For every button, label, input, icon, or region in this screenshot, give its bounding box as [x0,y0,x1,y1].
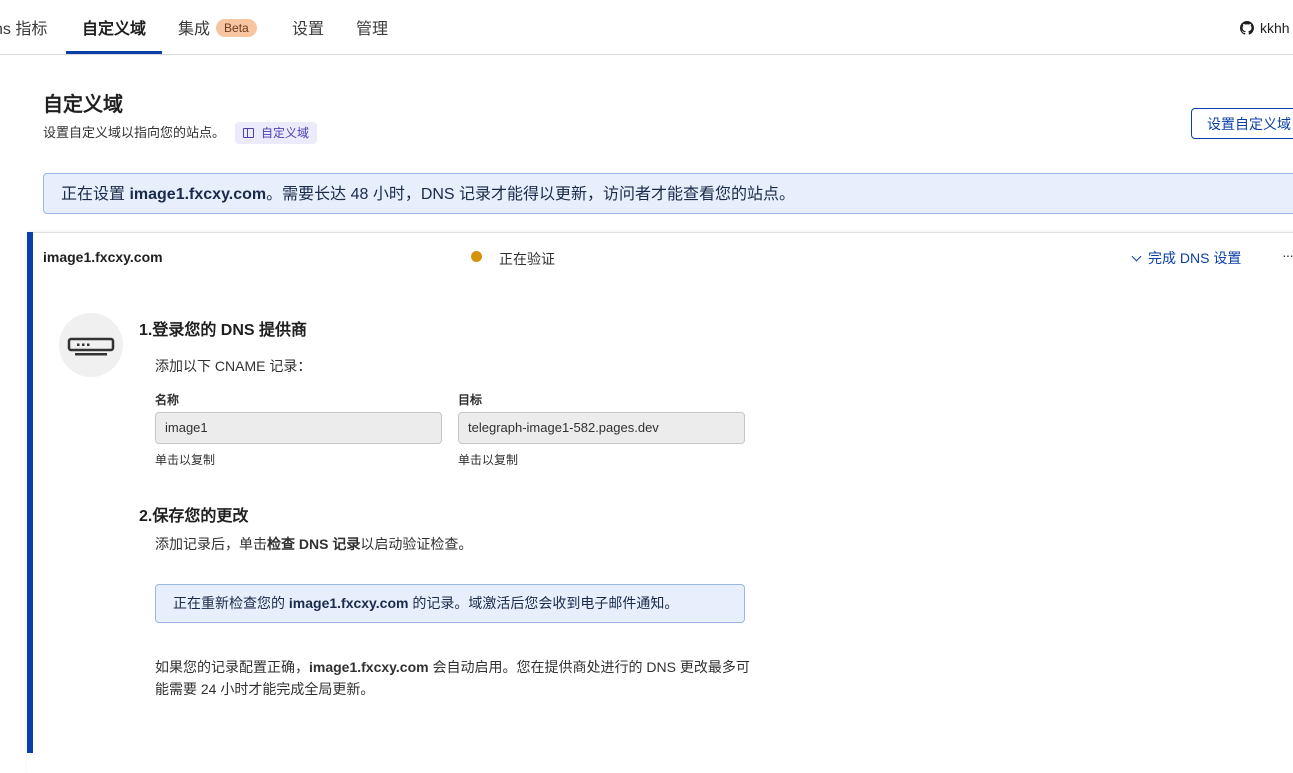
router-icon [59,313,123,377]
recheck-text-suffix: 的记录。域激活后您会收到电子邮件通知。 [408,595,679,611]
tab-label: 设置 [292,21,325,38]
github-icon [1240,21,1254,35]
chevron-down-icon [1131,251,1142,262]
status-text: 正在验证 [499,251,555,267]
setup-custom-domain-button[interactable]: 设置自定义域 [1191,108,1293,139]
note-text: 如果您的记录配置正确， [155,659,309,675]
beta-badge: Beta [216,19,257,37]
finish-dns-label: 完成 DNS 设置 [1148,250,1242,266]
note-domain: image1.fxcxy.com [309,659,429,675]
tab-custom-domains[interactable]: 自定义域 [82,0,146,54]
book-icon [243,128,255,138]
tab-label: 自定义域 [82,21,147,38]
tab-label: 管理 [356,21,389,38]
user-account-link[interactable]: kkhh [1240,20,1290,36]
more-options-button[interactable]: ··· [1282,247,1293,263]
step2-text-prefix: 添加记录后，单击 [155,536,267,552]
recheck-info-banner: 正在重新检查您的 image1.fxcxy.com 的记录。域激活后您会收到电子… [155,584,745,623]
recheck-text: 正在重新检查您的 [173,595,289,611]
target-copy-hint: 单击以复制 [458,453,519,467]
step1-title: 1.登录您的 DNS 提供商 [139,322,308,339]
finish-dns-setup-toggle[interactable]: 完成 DNS 设置 [1131,248,1241,268]
recheck-domain: image1.fxcxy.com [288,595,409,611]
banner-domain: image1.fxcxy.com [129,186,267,203]
page-subtitle: 设置自定义域以指向您的站点。 自定义域 [43,122,318,144]
target-field-label: 目标 [458,393,483,407]
tab-label: ns 指标 [0,21,48,38]
top-nav: ns 指标 自定义域 集成 Beta 设置 管理 kkhh [0,0,1293,55]
name-copy-hint: 单击以复制 [155,453,216,467]
docs-link[interactable]: 自定义域 [235,122,318,144]
page-title: 自定义域 [43,94,123,116]
subtitle-text: 设置自定义域以指向您的站点。 [43,125,226,140]
banner-text-suffix: 。需要长达 48 小时，DNS 记录才能得以更新，访问者才能查看您的站点。 [266,186,796,203]
check-dns-records-label: 检查 DNS 记录 [267,536,361,552]
step2-title: 2.保存您的更改 [139,508,249,525]
step2-text: 添加记录后，单击检查 DNS 记录以启动验证检查。 [155,534,472,554]
setup-info-banner: 正在设置 image1.fxcxy.com。需要长达 48 小时，DNS 记录才… [43,173,1293,214]
step1-instruction: 添加以下 CNAME 记录： [155,358,312,374]
name-field-label: 名称 [155,393,180,407]
cname-target-field[interactable]: telegraph-image1-582.pages.dev [458,412,745,444]
tab-settings[interactable]: 设置 [292,0,324,54]
card-accent-bar [27,232,33,753]
active-tab-indicator [66,51,162,54]
cname-name-field[interactable]: image1 [155,412,442,444]
tab-label: 集成 [178,21,211,38]
status-dot-icon [471,251,482,262]
step2-text-suffix: 以启动验证检查。 [360,536,473,552]
user-name: kkhh [1260,20,1290,36]
banner-text: 正在设置 [61,186,130,203]
activation-note: 如果您的记录配置正确，image1.fxcxy.com 会自动启用。您在提供商处… [155,656,755,700]
tab-integrations[interactable]: 集成 Beta [178,0,257,54]
tab-analytics[interactable]: ns 指标 [0,0,47,54]
docs-link-label: 自定义域 [261,126,310,140]
domain-name: image1.fxcxy.com [43,249,163,265]
tab-manage[interactable]: 管理 [356,0,388,54]
